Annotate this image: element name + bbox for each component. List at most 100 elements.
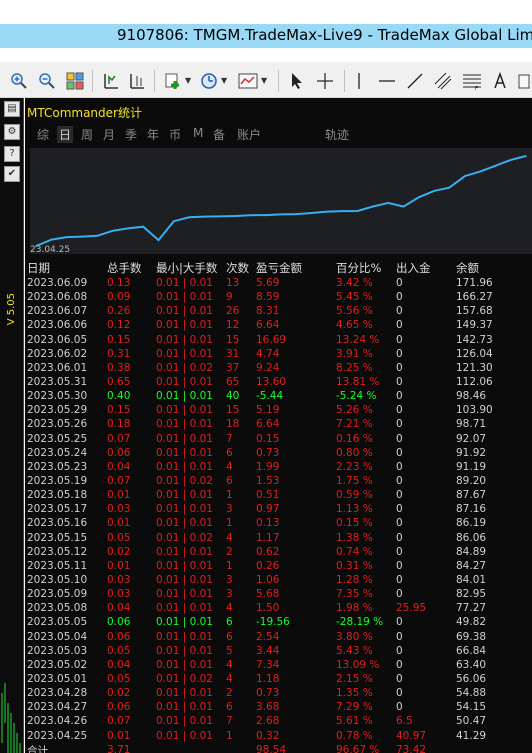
- table-row[interactable]: 2023.04.26 0.07 0.01 | 0.01 7 2.68 5.61 % 6.5 5…: [27, 714, 516, 728]
- vertical-line-icon[interactable]: [354, 72, 364, 90]
- tab-notes[interactable]: 备: [213, 126, 225, 143]
- cell-lots: 0.07: [107, 475, 131, 488]
- tab-accounts[interactable]: 账户: [237, 126, 261, 143]
- cell-minmax: 0.01 | 0.01: [156, 432, 213, 445]
- table-row[interactable]: 2023.04.28 0.02 0.01 | 0.01 2 0.73 1.35 % 0 54.…: [27, 686, 516, 700]
- tab-overview[interactable]: 综: [37, 126, 49, 143]
- header-date[interactable]: 日期: [27, 259, 107, 276]
- balance-point: [142, 225, 144, 228]
- tab-daily[interactable]: 日: [57, 126, 74, 143]
- table-row[interactable]: 2023.05.30 0.40 0.01 | 0.01 40 -5.44 -5.24 % 0…: [27, 389, 516, 403]
- crosshair-icon[interactable]: [316, 72, 334, 90]
- zoom-in-icon[interactable]: [10, 72, 28, 90]
- cell-date: 2023.05.31: [27, 376, 88, 389]
- table-row[interactable]: 2023.05.31 0.65 0.01 | 0.01 65 13.60 13.81 % 0…: [27, 375, 516, 389]
- tab-yearly[interactable]: 年: [147, 126, 159, 143]
- table-row[interactable]: 2023.04.25 0.01 0.01 | 0.01 1 0.32 0.78 % 40.9…: [27, 729, 516, 743]
- cell-count: 6: [226, 701, 233, 714]
- table-row[interactable]: 2023.05.12 0.02 0.01 | 0.01 2 0.62 0.74 % 0 84.…: [27, 545, 516, 559]
- settings-button[interactable]: ⚙: [4, 124, 20, 140]
- chart-shift-icon[interactable]: [128, 72, 146, 90]
- table-row[interactable]: 2023.05.29 0.15 0.01 | 0.01 15 5.19 5.26 % 0 10…: [27, 403, 516, 417]
- balance-point: [356, 210, 359, 212]
- autoscroll-icon[interactable]: [102, 72, 120, 90]
- cell-balance: 69.38: [456, 630, 487, 643]
- tab-quarterly[interactable]: 季: [125, 126, 137, 143]
- header-count[interactable]: 次数: [226, 259, 256, 276]
- cell-lots: 0.40: [107, 390, 131, 403]
- table-row[interactable]: 2023.05.17 0.03 0.01 | 0.01 3 0.97 1.13 % 0 87.…: [27, 502, 516, 516]
- table-row[interactable]: 2023.05.24 0.06 0.01 | 0.01 6 0.73 0.80 % 0 91.…: [27, 446, 516, 460]
- table-row[interactable]: 2023.05.23 0.04 0.01 | 0.01 4 1.99 2.23 % 0 91.…: [27, 460, 516, 474]
- templates-icon[interactable]: [238, 72, 258, 90]
- balance-point: [464, 175, 466, 177]
- cell-flow: 0: [396, 460, 403, 473]
- table-row[interactable]: 2023.05.09 0.03 0.01 | 0.01 3 5.68 7.35 % 0 82.…: [27, 587, 516, 601]
- tab-magic[interactable]: M: [193, 126, 203, 140]
- table-row[interactable]: 2023.06.05 0.15 0.01 | 0.01 15 16.69 13.24 % 0…: [27, 333, 516, 347]
- table-row[interactable]: 2023.05.16 0.01 0.01 | 0.01 1 0.13 0.15 % 0 86.…: [27, 516, 516, 530]
- header-minmax[interactable]: 最小|大手数: [156, 259, 226, 276]
- tab-monthly[interactable]: 月: [103, 126, 115, 143]
- table-row[interactable]: 2023.06.07 0.26 0.01 | 0.01 26 8.31 5.56 % 0 15…: [27, 304, 516, 318]
- cell-count: 15: [226, 404, 240, 417]
- text-label-icon[interactable]: [518, 72, 530, 90]
- tile-windows-icon[interactable]: [66, 72, 84, 90]
- panel-toggle-button[interactable]: ▤: [4, 101, 20, 117]
- fibonacci-icon[interactable]: F: [462, 72, 482, 90]
- table-row[interactable]: 2023.06.01 0.38 0.01 | 0.02 37 9.24 8.25 % 0 12…: [27, 361, 516, 375]
- cell-balance: 84.89: [456, 545, 487, 558]
- table-row[interactable]: 2023.05.18 0.01 0.01 | 0.01 1 0.51 0.59 % 0 87.…: [27, 488, 516, 502]
- table-row[interactable]: 2023.05.08 0.04 0.01 | 0.01 4 1.50 1.98 % 25.9…: [27, 601, 516, 615]
- horizontal-line-icon[interactable]: [378, 72, 396, 90]
- window-titlebar[interactable]: 9107806: TMGM.TradeMax-Live9 - TradeMax …: [0, 0, 532, 48]
- cell-minmax: 0.01 | 0.01: [156, 305, 213, 318]
- cell-date: 2023.05.25: [27, 432, 88, 445]
- table-row[interactable]: 2023.05.26 0.18 0.01 | 0.01 18 6.64 7.21 % 0 98…: [27, 417, 516, 431]
- table-row[interactable]: 2023.05.25 0.07 0.01 | 0.01 7 0.15 0.16 % 0 92.…: [27, 432, 516, 446]
- cursor-icon[interactable]: [290, 72, 304, 90]
- table-row[interactable]: 2023.06.06 0.12 0.01 | 0.01 12 6.64 4.65 % 0 14…: [27, 318, 516, 332]
- text-icon[interactable]: [494, 72, 506, 90]
- chevron-down-icon[interactable]: ▼: [261, 76, 267, 85]
- chevron-down-icon[interactable]: ▼: [185, 76, 191, 85]
- cell-flow: 0: [396, 305, 403, 318]
- table-row[interactable]: 2023.05.10 0.03 0.01 | 0.01 3 1.06 1.28 % 0 84.…: [27, 573, 516, 587]
- tab-currency[interactable]: 币: [169, 126, 181, 143]
- header-lots[interactable]: 总手数: [107, 259, 156, 276]
- channel-icon[interactable]: [434, 72, 452, 90]
- table-row[interactable]: 2023.06.09 0.13 0.01 | 0.01 13 5.69 3.42 % 0 17…: [27, 276, 516, 290]
- table-row[interactable]: 2023.05.02 0.04 0.01 | 0.01 4 7.34 13.09 % 0 63…: [27, 658, 516, 672]
- cell-lots: 0.26: [107, 305, 131, 318]
- history-clock-icon[interactable]: [200, 72, 218, 90]
- total-label: 合计: [27, 744, 48, 753]
- new-order-icon[interactable]: [164, 72, 182, 90]
- table-row[interactable]: 2023.05.05 0.06 0.01 | 0.01 6 -19.56 -28.19 %…: [27, 615, 516, 629]
- header-pct[interactable]: 百分比%: [336, 259, 396, 276]
- cell-minmax: 0.01 | 0.01: [156, 390, 213, 403]
- trendline-icon[interactable]: [406, 72, 424, 90]
- table-row[interactable]: 2023.05.01 0.05 0.01 | 0.02 4 1.18 2.15 % 0 56.…: [27, 672, 516, 686]
- table-row[interactable]: 2023.05.04 0.06 0.01 | 0.01 6 2.54 3.80 % 0 69.…: [27, 630, 516, 644]
- cell-flow: 0: [396, 644, 403, 657]
- table-row[interactable]: 2023.04.27 0.06 0.01 | 0.01 6 3.68 7.29 % 0 54.…: [27, 700, 516, 714]
- help-button[interactable]: ?: [4, 146, 20, 162]
- table-row[interactable]: 2023.06.02 0.31 0.01 | 0.01 31 4.74 3.91 % 0 12…: [27, 347, 516, 361]
- chevron-down-icon[interactable]: ▼: [221, 76, 227, 85]
- table-row[interactable]: 2023.05.19 0.07 0.01 | 0.02 6 1.53 1.75 % 0 89.…: [27, 474, 516, 488]
- check-button[interactable]: ✔: [4, 166, 20, 182]
- table-row[interactable]: 2023.05.11 0.01 0.01 | 0.01 1 0.26 0.31 % 0 84.…: [27, 559, 516, 573]
- header-flow[interactable]: 出入金: [396, 259, 456, 276]
- zoom-out-icon[interactable]: [38, 72, 56, 90]
- table-row[interactable]: 2023.06.08 0.09 0.01 | 0.01 9 8.59 5.45 % 0 166…: [27, 290, 516, 304]
- table-row[interactable]: 2023.05.15 0.05 0.01 | 0.02 4 1.17 1.38 % 0 86.…: [27, 531, 516, 545]
- cell-pct: 0.78 %: [336, 729, 373, 742]
- header-balance[interactable]: 余额: [456, 259, 516, 276]
- table-row[interactable]: 2023.05.03 0.05 0.01 | 0.01 5 3.44 5.43 % 0 66.…: [27, 644, 516, 658]
- tab-track[interactable]: 轨迹: [325, 126, 349, 143]
- header-pnl[interactable]: 盈亏金额: [256, 259, 336, 276]
- cell-count: 18: [226, 418, 240, 431]
- cell-count: 12: [226, 319, 240, 332]
- tab-weekly[interactable]: 周: [81, 126, 93, 143]
- cell-count: 4: [226, 673, 233, 685]
